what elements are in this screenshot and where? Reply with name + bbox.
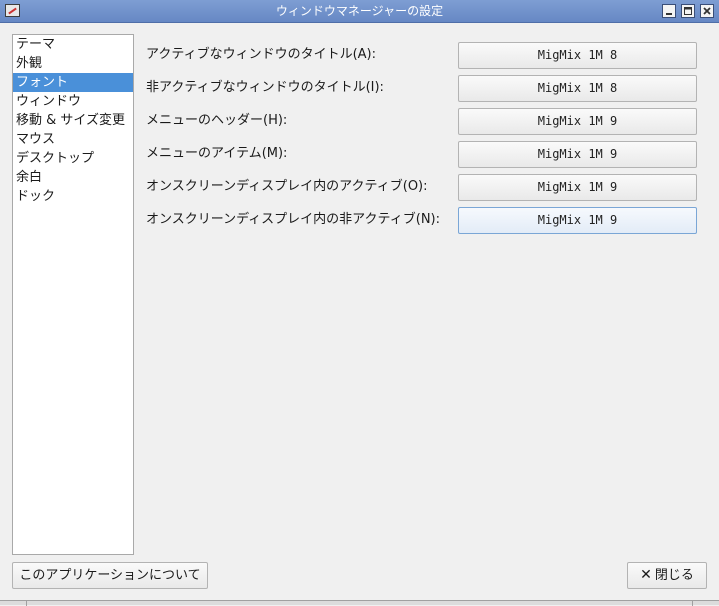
active-window-title-font-label: アクティブなウィンドウのタイトル(A): [146, 47, 376, 62]
menu-header-font-label: メニューのヘッダー(H): [146, 113, 288, 128]
menu-item-font-button[interactable]: MigMix 1M 9 [458, 141, 697, 168]
title-bar[interactable]: ウィンドウマネージャーの設定 [0, 0, 719, 23]
sidebar-item-fonts[interactable]: フォント [13, 73, 133, 92]
window-bottom-border [0, 600, 719, 606]
minimize-icon [666, 13, 672, 15]
close-button[interactable]: ✕ 閉じる [627, 562, 707, 589]
x-icon: ✕ [640, 567, 652, 583]
menu-header-font-button[interactable]: MigMix 1M 9 [458, 108, 697, 135]
minimize-button[interactable] [662, 4, 676, 18]
maximize-icon [684, 7, 692, 15]
osd-inactive-font-label: オンスクリーンディスプレイ内の非アクティブ(N): [146, 212, 440, 227]
sidebar-item-mouse[interactable]: マウス [13, 130, 133, 149]
maximize-button[interactable] [681, 4, 695, 18]
sidebar-item-move-resize[interactable]: 移動 & サイズ変更 [13, 111, 133, 130]
sidebar-item-margins[interactable]: 余白 [13, 168, 133, 187]
close-icon [703, 7, 711, 15]
close-button-label: 閉じる [654, 568, 694, 583]
osd-active-font-button[interactable]: MigMix 1M 9 [458, 174, 697, 201]
sidebar-item-appearance[interactable]: 外観 [13, 54, 133, 73]
about-button[interactable]: このアプリケーションについて [12, 562, 208, 589]
sidebar-item-theme[interactable]: テーマ [13, 35, 133, 54]
inactive-window-title-font-label: 非アクティブなウィンドウのタイトル(I): [146, 80, 384, 95]
menu-item-font-label: メニューのアイテム(M): [146, 146, 288, 161]
inactive-window-title-font-button[interactable]: MigMix 1M 8 [458, 75, 697, 102]
settings-category-list[interactable]: テーマ 外観 フォント ウィンドウ 移動 & サイズ変更 マウス デスクトップ … [12, 34, 134, 555]
sidebar-item-windows[interactable]: ウィンドウ [13, 92, 133, 111]
active-window-title-font-button[interactable]: MigMix 1M 8 [458, 42, 697, 69]
close-window-button[interactable] [700, 4, 714, 18]
osd-inactive-font-button[interactable]: MigMix 1M 9 [458, 207, 697, 234]
osd-active-font-label: オンスクリーンディスプレイ内のアクティブ(O): [146, 179, 428, 194]
sidebar-item-desktop[interactable]: デスクトップ [13, 149, 133, 168]
sidebar-item-dock[interactable]: ドック [13, 187, 133, 206]
window-title: ウィンドウマネージャーの設定 [275, 4, 444, 18]
